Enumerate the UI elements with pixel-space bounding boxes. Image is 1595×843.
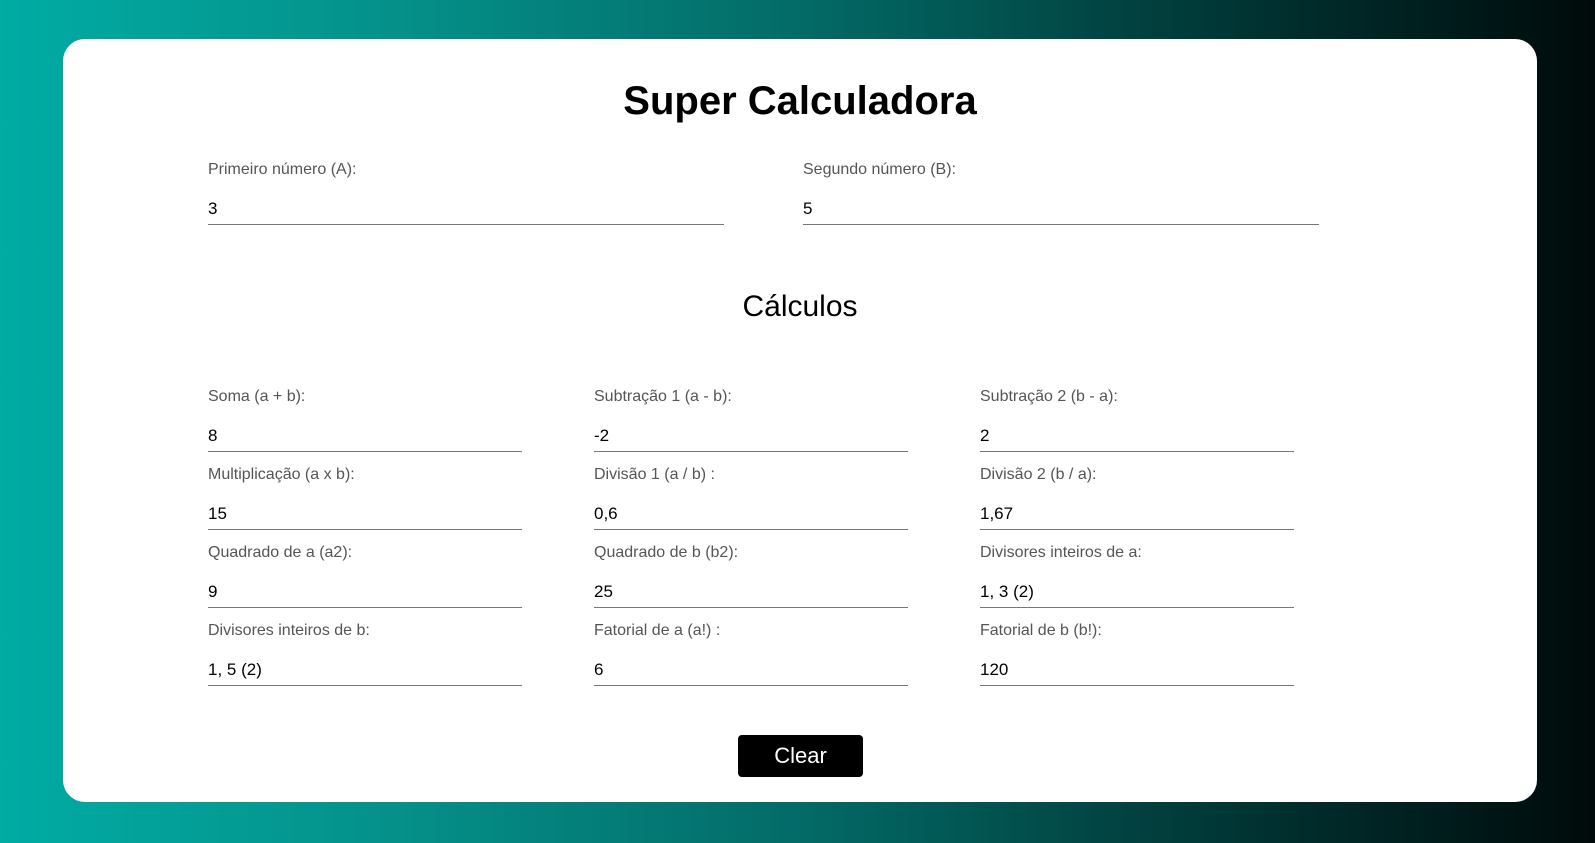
sum-label: Soma (a + b): xyxy=(208,388,306,405)
multiplication-output[interactable]: 15 xyxy=(208,502,522,530)
division-1-field: Divisão 1 (a / b) : 0,6 xyxy=(594,465,908,530)
division-1-output[interactable]: 0,6 xyxy=(594,502,908,530)
subtraction-2-label: Subtração 2 (b - a): xyxy=(980,388,1118,405)
clear-button[interactable]: Clear xyxy=(738,735,863,777)
square-a-label: Quadrado de a (a2): xyxy=(208,544,353,561)
factorial-a-output[interactable]: 6 xyxy=(594,658,908,686)
square-a-field: Quadrado de a (a2): 9 xyxy=(208,543,522,608)
calculator-card: Super Calculadora Primeiro número (A): 3… xyxy=(63,39,1537,802)
divisors-a-field: Divisores inteiros de a: 1, 3 (2) xyxy=(980,543,1294,608)
second-number-input[interactable]: 5 xyxy=(803,197,1319,225)
subtraction-1-field: Subtração 1 (a - b): -2 xyxy=(594,387,908,452)
second-number-field: Segundo número (B): 5 xyxy=(803,160,1319,225)
sum-output[interactable]: 8 xyxy=(208,424,522,452)
factorial-b-label: Fatorial de b (b!): xyxy=(980,622,1102,639)
multiplication-label: Multiplicação (a x b): xyxy=(208,466,355,483)
factorial-a-field: Fatorial de a (a!) : 6 xyxy=(594,621,908,686)
second-number-label: Segundo número (B): xyxy=(803,161,956,178)
multiplication-field: Multiplicação (a x b): 15 xyxy=(208,465,522,530)
division-1-label: Divisão 1 (a / b) : xyxy=(594,466,715,483)
division-2-output[interactable]: 1,67 xyxy=(980,502,1294,530)
division-2-field: Divisão 2 (b / a): 1,67 xyxy=(980,465,1294,530)
divisors-a-label: Divisores inteiros de a: xyxy=(980,544,1142,561)
subtraction-1-output[interactable]: -2 xyxy=(594,424,908,452)
division-2-label: Divisão 2 (b / a): xyxy=(980,466,1097,483)
square-a-output[interactable]: 9 xyxy=(208,580,522,608)
divisors-b-output[interactable]: 1, 5 (2) xyxy=(208,658,522,686)
sum-field: Soma (a + b): 8 xyxy=(208,387,522,452)
factorial-a-label: Fatorial de a (a!) : xyxy=(594,622,721,639)
square-b-field: Quadrado de b (b2): 25 xyxy=(594,543,908,608)
first-number-field: Primeiro número (A): 3 xyxy=(208,160,724,225)
subtraction-1-label: Subtração 1 (a - b): xyxy=(594,388,732,405)
section-title: Cálculos xyxy=(742,290,858,323)
first-number-label: Primeiro número (A): xyxy=(208,161,357,178)
subtraction-2-field: Subtração 2 (b - a): 2 xyxy=(980,387,1294,452)
divisors-b-field: Divisores inteiros de b: 1, 5 (2) xyxy=(208,621,522,686)
subtraction-2-output[interactable]: 2 xyxy=(980,424,1294,452)
divisors-a-output[interactable]: 1, 3 (2) xyxy=(980,580,1294,608)
factorial-b-output[interactable]: 120 xyxy=(980,658,1294,686)
square-b-output[interactable]: 25 xyxy=(594,580,908,608)
first-number-input[interactable]: 3 xyxy=(208,197,724,225)
factorial-b-field: Fatorial de b (b!): 120 xyxy=(980,621,1294,686)
page-title: Super Calculadora xyxy=(623,79,977,123)
divisors-b-label: Divisores inteiros de b: xyxy=(208,622,370,639)
square-b-label: Quadrado de b (b2): xyxy=(594,544,739,561)
